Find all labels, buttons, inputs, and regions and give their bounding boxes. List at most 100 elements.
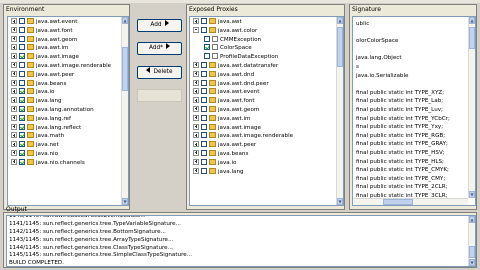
tree-row[interactable]: java.awt.geom xyxy=(193,105,335,115)
checkbox[interactable] xyxy=(201,123,207,130)
tree-row[interactable]: java.lang.reflect xyxy=(11,123,120,133)
tree-row[interactable]: java.awt.image xyxy=(193,123,335,133)
expand-toggle-icon[interactable] xyxy=(193,158,199,165)
expand-toggle-icon[interactable] xyxy=(11,88,17,95)
tree-row[interactable]: java.beans xyxy=(11,79,120,89)
tree-row[interactable]: java.awt.peer xyxy=(193,141,335,150)
tree-row[interactable]: java.awt.peer xyxy=(11,70,120,80)
expand-toggle-icon[interactable] xyxy=(11,141,17,148)
checkbox[interactable] xyxy=(204,35,210,42)
tree-row[interactable]: java.awt xyxy=(193,18,335,27)
expand-toggle-icon[interactable] xyxy=(11,61,17,68)
checkbox[interactable] xyxy=(201,79,207,86)
scroll-thumb[interactable] xyxy=(122,47,128,91)
tree-row[interactable]: java.net xyxy=(11,141,120,150)
scroll-up-icon[interactable]: ▲ xyxy=(122,17,128,24)
expand-toggle-icon[interactable] xyxy=(11,70,17,77)
expand-toggle-icon[interactable] xyxy=(11,18,17,24)
delete-button[interactable]: Delete xyxy=(137,66,182,79)
expand-toggle-icon[interactable] xyxy=(193,105,199,112)
expand-toggle-icon[interactable] xyxy=(11,123,17,130)
expand-toggle-icon[interactable] xyxy=(11,44,17,51)
checkbox[interactable] xyxy=(201,149,207,156)
expand-toggle-icon[interactable] xyxy=(193,18,199,24)
tree-row[interactable]: java.nio xyxy=(11,149,120,159)
expand-toggle-icon[interactable] xyxy=(11,53,17,60)
tree-row[interactable]: java.math xyxy=(11,132,120,141)
checkbox[interactable] xyxy=(19,141,25,148)
checkbox[interactable] xyxy=(201,105,207,112)
tree-row[interactable]: ColorSpace xyxy=(193,44,335,53)
expand-toggle-icon[interactable] xyxy=(193,97,199,104)
expand-toggle-icon[interactable] xyxy=(193,141,199,148)
checkbox[interactable] xyxy=(201,158,207,165)
checkbox[interactable] xyxy=(204,53,210,60)
scroll-down-icon[interactable]: ▼ xyxy=(469,191,475,198)
tree-row[interactable]: java.awt.font xyxy=(193,97,335,106)
tree-row[interactable]: java.nio.channels xyxy=(11,158,120,168)
add-all-button[interactable]: Add* xyxy=(137,42,182,55)
checkbox[interactable] xyxy=(201,88,207,95)
scroll-down-icon[interactable]: ▼ xyxy=(469,259,475,266)
expand-toggle-icon[interactable] xyxy=(11,149,17,156)
tree-row[interactable]: java.io xyxy=(193,158,335,168)
tree-row[interactable]: java.lang xyxy=(193,167,335,177)
exposed-proxies-tree[interactable]: java.awt java.awt.color CMMException ColorS… xyxy=(189,16,344,206)
expand-toggle-icon[interactable] xyxy=(11,79,17,86)
checkbox[interactable] xyxy=(19,61,25,68)
checkbox[interactable] xyxy=(19,123,25,130)
signature-text-area[interactable]: ublic olorColorSpace java.lang.Object s java… xyxy=(352,16,476,206)
add-button[interactable]: Add xyxy=(137,19,182,32)
tree-row[interactable]: java.awt.dnd xyxy=(193,70,335,80)
environment-scrollbar[interactable]: ▲ ▼ xyxy=(121,17,128,205)
scroll-down-icon[interactable]: ▼ xyxy=(122,198,128,205)
checkbox[interactable] xyxy=(201,114,207,121)
expand-toggle-icon[interactable] xyxy=(193,167,199,174)
expand-toggle-icon[interactable] xyxy=(193,70,199,77)
tree-row[interactable]: java.awt.color xyxy=(193,26,335,36)
scroll-down-icon[interactable]: ▼ xyxy=(337,198,343,205)
expand-toggle-icon[interactable] xyxy=(11,132,17,139)
checkbox[interactable] xyxy=(19,53,25,60)
checkbox[interactable] xyxy=(201,167,207,174)
expand-toggle-icon[interactable] xyxy=(11,97,17,104)
signature-horizontal-scrollbar[interactable] xyxy=(353,198,468,205)
expand-toggle-icon[interactable] xyxy=(11,35,17,42)
tree-row[interactable]: java.beans xyxy=(193,149,335,159)
scroll-thumb[interactable] xyxy=(383,199,413,205)
checkbox[interactable] xyxy=(19,35,25,42)
checkbox[interactable] xyxy=(201,141,207,148)
expand-toggle-icon[interactable] xyxy=(11,26,17,33)
scroll-up-icon[interactable]: ▲ xyxy=(469,216,475,223)
checkbox[interactable] xyxy=(204,44,210,51)
tree-row[interactable]: java.awt.image.renderable xyxy=(193,132,335,141)
checkbox[interactable] xyxy=(19,79,25,86)
expand-toggle-icon[interactable] xyxy=(11,158,17,165)
checkbox[interactable] xyxy=(19,26,25,33)
checkbox[interactable] xyxy=(19,149,25,156)
tree-row[interactable]: java.awt.dnd.peer xyxy=(193,79,335,89)
tree-row[interactable]: ProfileDataException xyxy=(193,53,335,62)
tree-row[interactable]: java.awt.datatransfer xyxy=(193,61,335,71)
checkbox[interactable] xyxy=(19,88,25,95)
tree-row[interactable]: java.awt.event xyxy=(193,88,335,97)
scroll-thumb[interactable] xyxy=(469,27,475,49)
signature-scrollbar[interactable]: ▲ ▼ xyxy=(468,17,475,198)
tree-row[interactable]: java.awt.geom xyxy=(11,35,120,45)
expand-toggle-icon[interactable] xyxy=(193,79,199,86)
tree-row[interactable]: java.awt.im xyxy=(193,114,335,124)
checkbox[interactable] xyxy=(19,105,25,112)
checkbox[interactable] xyxy=(201,132,207,139)
scroll-up-icon[interactable]: ▲ xyxy=(469,17,475,24)
scroll-thumb[interactable] xyxy=(337,27,343,67)
expand-toggle-icon[interactable] xyxy=(11,105,17,112)
exposed-proxies-scrollbar[interactable]: ▲ ▼ xyxy=(336,17,343,205)
output-scrollbar[interactable]: ▲ ▼ xyxy=(468,216,475,266)
checkbox[interactable] xyxy=(201,70,207,77)
checkbox[interactable] xyxy=(19,44,25,51)
expand-toggle-icon[interactable] xyxy=(193,114,199,121)
expand-toggle-icon[interactable] xyxy=(193,132,199,139)
checkbox[interactable] xyxy=(19,97,25,104)
tree-row[interactable]: java.lang.ref xyxy=(11,114,120,124)
output-text-area[interactable]: 1140/1145: sun.awt.CausedFocusEvent$Caus… xyxy=(6,215,476,267)
